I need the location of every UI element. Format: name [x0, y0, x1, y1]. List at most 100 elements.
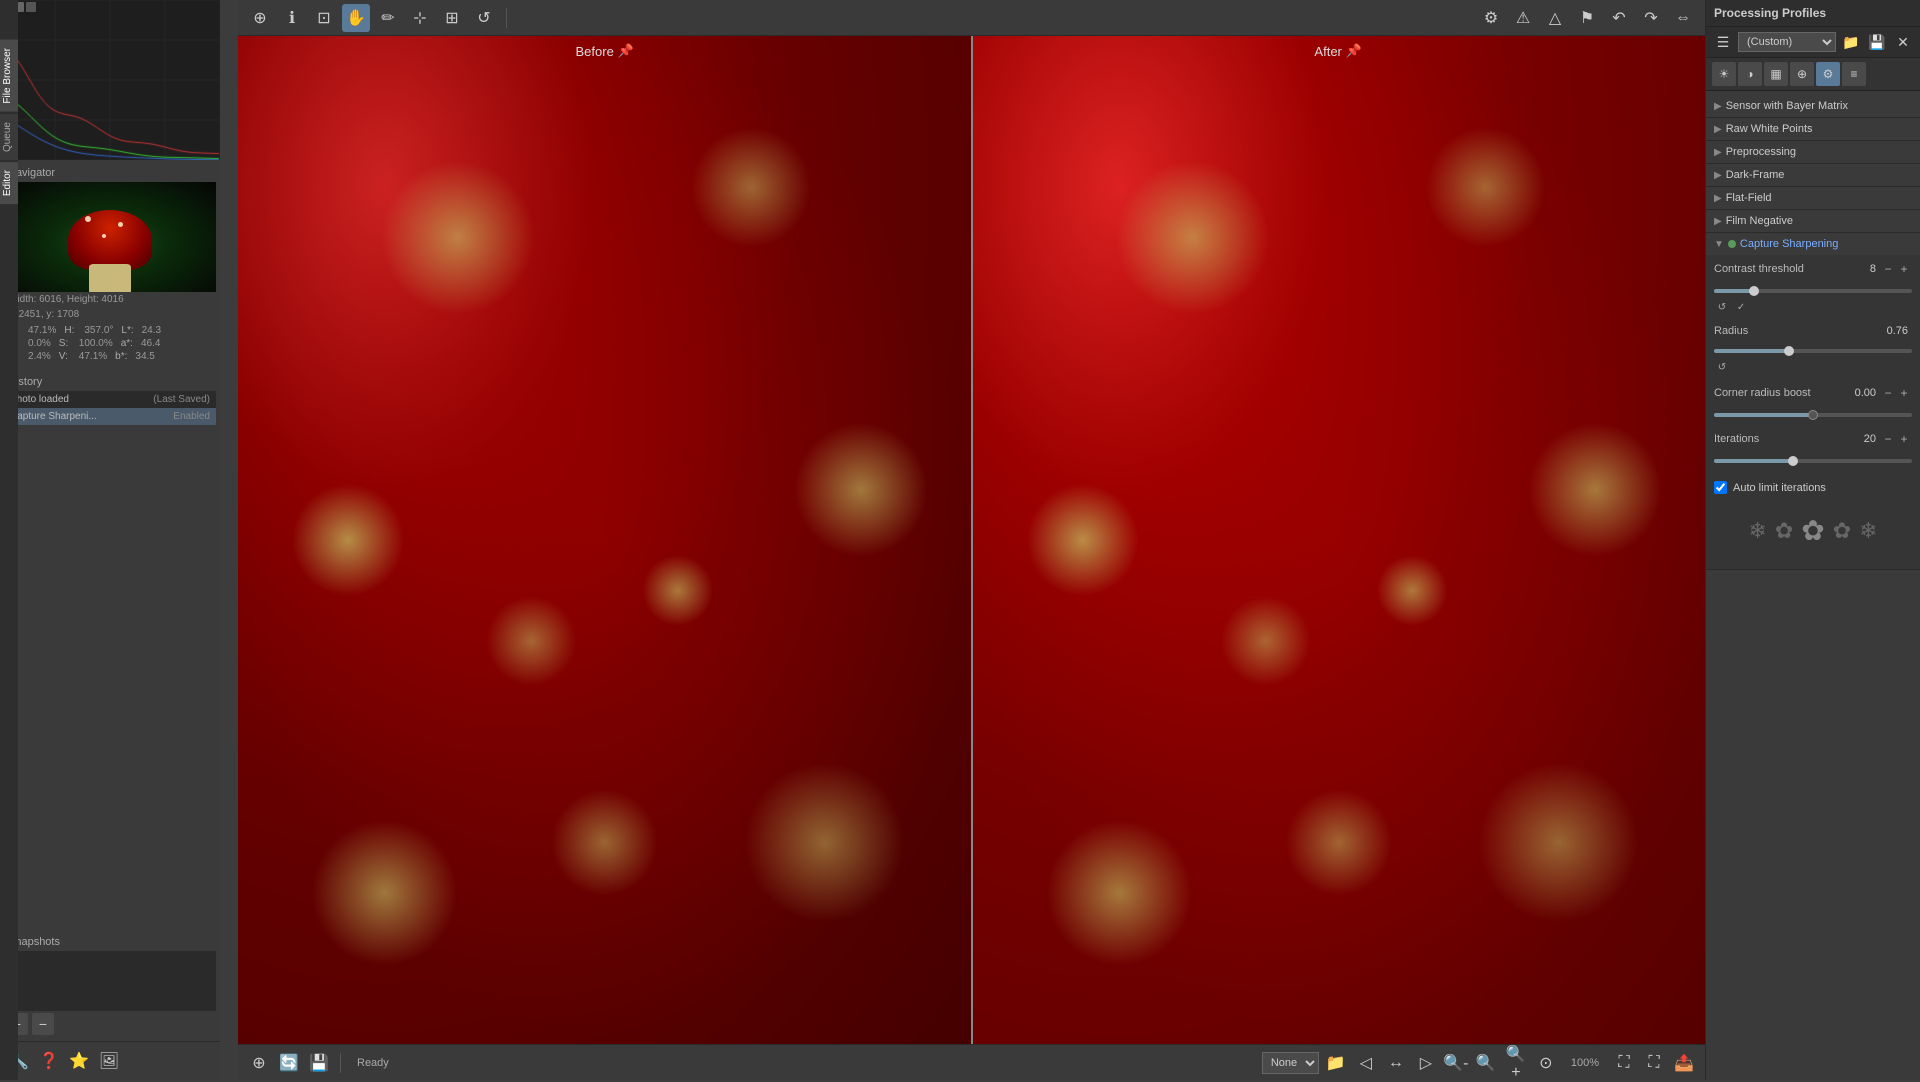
history-list: Photo loaded (Last Saved) Capture Sharpe…: [4, 391, 216, 425]
iterations-plus[interactable]: +: [1896, 431, 1912, 447]
tool-settings[interactable]: ⚙: [1477, 4, 1505, 32]
tab-detail[interactable]: ▦: [1764, 62, 1788, 86]
nav-width-label: Width: 6016, Height: 4016: [8, 294, 124, 305]
tool-rotate-left[interactable]: ↶: [1605, 4, 1633, 32]
section-header-dark-frame[interactable]: ▶ Dark-Frame: [1706, 164, 1920, 186]
corner-radius-boost-plus[interactable]: +: [1896, 385, 1912, 401]
bt-zoom-out[interactable]: 🔍-: [1443, 1050, 1469, 1076]
section-capture-sharpening: ▼ Capture Sharpening Contrast threshold …: [1706, 233, 1920, 570]
tool-info[interactable]: ℹ: [278, 4, 306, 32]
corner-radius-boost-label: Corner radius boost: [1714, 387, 1846, 399]
bt-next[interactable]: ▷: [1413, 1050, 1439, 1076]
section-header-film-negative[interactable]: ▶ Film Negative: [1706, 210, 1920, 232]
section-name-flat-field: Flat-Field: [1726, 192, 1772, 204]
snapshot-remove-button[interactable]: −: [32, 1013, 54, 1035]
tool-flip[interactable]: ⇔: [1669, 4, 1697, 32]
iterations-slider[interactable]: [1714, 455, 1912, 467]
section-sensor-bayer: ▶ Sensor with Bayer Matrix: [1706, 95, 1920, 118]
history-item-badge-1: Enabled: [173, 411, 210, 422]
history-item-1[interactable]: Capture Sharpeni... Enabled: [4, 408, 216, 425]
tool-select[interactable]: ⊞: [438, 4, 466, 32]
arrow-film-negative: ▶: [1714, 216, 1722, 227]
histogram-toggle-b[interactable]: [26, 2, 36, 12]
sidebar-item-editor[interactable]: Editor: [0, 162, 18, 204]
contrast-threshold-row: Contrast threshold 8 − +: [1714, 261, 1912, 277]
right-tabs: ☀ ◑ ▦ ⊕ ⚙ ≡: [1706, 58, 1920, 91]
radius-slider[interactable]: [1714, 345, 1912, 357]
contrast-threshold-minus[interactable]: −: [1880, 261, 1896, 277]
section-header-capture-sharpening[interactable]: ▼ Capture Sharpening: [1706, 233, 1920, 255]
bt-zoom-1[interactable]: 🔍: [1473, 1050, 1499, 1076]
tool-warning[interactable]: ⚠: [1509, 4, 1537, 32]
nav-spot-1: [85, 216, 91, 222]
pp-delete-btn[interactable]: ✕: [1892, 31, 1914, 53]
radius-thumb[interactable]: [1784, 346, 1794, 356]
sidebar-item-file-browser[interactable]: File Browser: [0, 40, 18, 112]
section-header-sensor-bayer[interactable]: ▶ Sensor with Bayer Matrix: [1706, 95, 1920, 117]
bt-expand[interactable]: ⛶: [1611, 1050, 1637, 1076]
auto-limit-checkbox[interactable]: [1714, 481, 1727, 494]
bottom-icon-4[interactable]: 🖼: [96, 1048, 122, 1074]
bottom-icon-2[interactable]: ❓: [36, 1048, 62, 1074]
tool-spot[interactable]: ⊹: [406, 4, 434, 32]
main-area: ⊕ ℹ ⊡ ✋ ✏ ⊹ ⊞ ↺ ⚙ ⚠ △ ⚑ ↶ ↷ ⇔ Before 📌 A…: [238, 0, 1705, 1080]
tool-flag[interactable]: ⚑: [1573, 4, 1601, 32]
corner-radius-boost-slider[interactable]: [1714, 409, 1912, 421]
corner-radius-boost-minus[interactable]: −: [1880, 385, 1896, 401]
bt-open[interactable]: 📁: [1323, 1050, 1349, 1076]
tool-rotate[interactable]: ↺: [470, 4, 498, 32]
tab-raw[interactable]: ⚙: [1816, 62, 1840, 86]
contrast-threshold-plus[interactable]: +: [1896, 261, 1912, 277]
image-after: [973, 36, 1706, 1044]
tool-triangle[interactable]: △: [1541, 4, 1569, 32]
tab-meta[interactable]: ≡: [1842, 62, 1866, 86]
section-header-preprocessing[interactable]: ▶ Preprocessing: [1706, 141, 1920, 163]
bt-export[interactable]: 📤: [1671, 1050, 1697, 1076]
corner-radius-boost-thumb[interactable]: [1808, 410, 1818, 420]
none-select[interactable]: None: [1262, 1052, 1319, 1074]
tool-hand[interactable]: ✋: [342, 4, 370, 32]
bt-prev[interactable]: ◁: [1353, 1050, 1379, 1076]
snowflake-decoration: ❄ ✿ ✿ ✿ ❄: [1714, 498, 1912, 563]
iterations-thumb[interactable]: [1788, 456, 1798, 466]
iterations-minus[interactable]: −: [1880, 431, 1896, 447]
contrast-threshold-slider[interactable]: [1714, 285, 1912, 297]
iterations-slider-row: [1714, 455, 1912, 467]
tool-crop[interactable]: ⊡: [310, 4, 338, 32]
bottom-icon-3[interactable]: ⭐: [66, 1048, 92, 1074]
arrow-sensor-bayer: ▶: [1714, 101, 1722, 112]
contrast-threshold-label: Contrast threshold: [1714, 263, 1846, 275]
tab-transform[interactable]: ⊕: [1790, 62, 1814, 86]
section-film-negative: ▶ Film Negative: [1706, 210, 1920, 233]
section-header-flat-field[interactable]: ▶ Flat-Field: [1706, 187, 1920, 209]
contrast-threshold-thumb[interactable]: [1749, 286, 1759, 296]
tool-add[interactable]: ⊕: [246, 4, 274, 32]
bt-fullscreen[interactable]: ⛶: [1641, 1050, 1667, 1076]
history-item-0[interactable]: Photo loaded (Last Saved): [4, 391, 216, 408]
tool-pencil[interactable]: ✏: [374, 4, 402, 32]
contrast-threshold-reset[interactable]: ↺: [1714, 299, 1730, 315]
bt-sync2[interactable]: ↔: [1383, 1050, 1409, 1076]
tool-rotate-right[interactable]: ↷: [1637, 4, 1665, 32]
bt-zoom-100[interactable]: ⊙: [1533, 1050, 1559, 1076]
toolbar-separator-1: [506, 8, 507, 28]
bt-save[interactable]: 💾: [306, 1050, 332, 1076]
pp-save-btn[interactable]: 💾: [1866, 31, 1888, 53]
tab-color[interactable]: ◑: [1738, 62, 1762, 86]
section-header-raw-white-points[interactable]: ▶ Raw White Points: [1706, 118, 1920, 140]
sidebar-item-queue[interactable]: Queue: [0, 114, 18, 160]
contrast-threshold-pipette[interactable]: ✓: [1733, 299, 1749, 315]
tab-exposure[interactable]: ☀: [1712, 62, 1736, 86]
pp-open-btn[interactable]: 📁: [1840, 31, 1862, 53]
arrow-flat-field: ▶: [1714, 193, 1722, 204]
radius-reset[interactable]: ↺: [1714, 359, 1730, 375]
bt-zoom-fit[interactable]: 🔍+: [1503, 1050, 1529, 1076]
bt-sync[interactable]: 🔄: [276, 1050, 302, 1076]
pp-profile-select[interactable]: (Custom): [1738, 32, 1836, 52]
snapshots-toolbar: + −: [4, 1011, 216, 1037]
status-text: Ready: [357, 1057, 389, 1069]
pp-list-icon[interactable]: ☰: [1712, 31, 1734, 53]
arrow-raw-white-points: ▶: [1714, 124, 1722, 135]
bt-add[interactable]: ⊕: [246, 1050, 272, 1076]
section-name-film-negative: Film Negative: [1726, 215, 1793, 227]
